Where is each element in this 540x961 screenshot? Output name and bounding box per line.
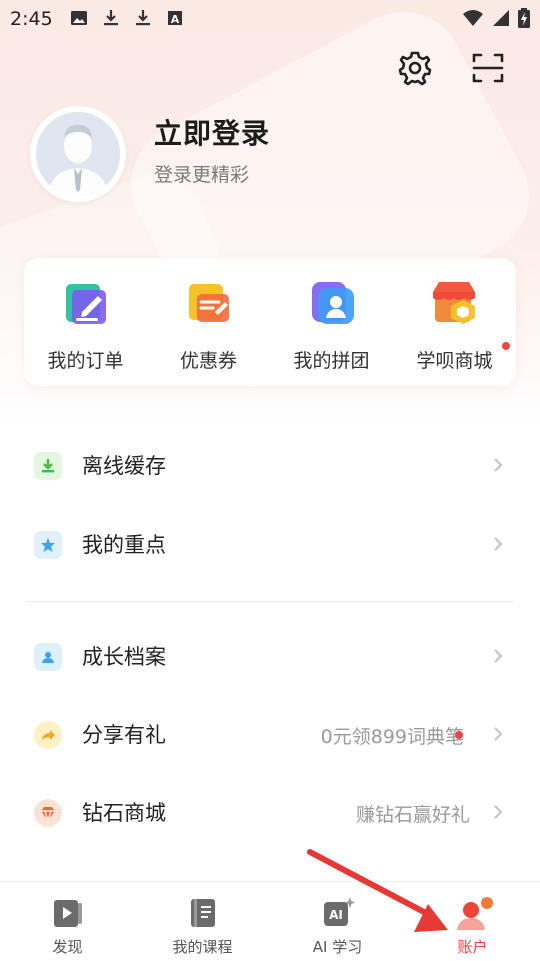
nav-tab-my-courses[interactable]: 我的课程 <box>135 882 270 961</box>
chevron-right-icon <box>494 458 503 472</box>
avatar[interactable] <box>30 106 126 202</box>
ai-sparkle-icon: AI <box>321 896 355 930</box>
chevron-right-icon <box>494 649 503 663</box>
nav-label: 我的课程 <box>172 938 233 956</box>
menu-row-growth-record[interactable]: 成长档案 <box>0 621 540 691</box>
share-arrow-icon <box>34 721 62 749</box>
group-buy-icon <box>308 278 356 328</box>
nav-label: AI 学习 <box>312 938 363 956</box>
order-icon <box>62 278 110 328</box>
quick-action-coupons[interactable]: 优惠券 <box>147 258 270 386</box>
status-bar: 2:45 A <box>0 0 540 38</box>
quick-actions-card: 我的订单 优惠券 我的拼团 学呗商城 <box>24 258 516 386</box>
svg-text:AI: AI <box>329 908 343 922</box>
menu-label: 离线缓存 <box>82 454 166 478</box>
chevron-right-icon <box>494 805 503 819</box>
login-subtitle: 登录更精彩 <box>154 164 250 186</box>
nav-tab-ai-learning[interactable]: AI AI 学习 <box>270 882 405 961</box>
menu-hint: 0元领899词典笔 <box>320 726 464 748</box>
store-icon <box>431 278 479 328</box>
section-divider <box>26 601 514 602</box>
download-icon <box>102 9 120 27</box>
login-title[interactable]: 立即登录 <box>154 112 270 152</box>
menu-label: 我的重点 <box>82 533 166 557</box>
quick-action-label: 学呗商城 <box>416 350 493 372</box>
store-badge-dot <box>502 342 510 350</box>
menu-row-share-gift[interactable]: 分享有礼 0元领899词典笔 <box>0 699 540 769</box>
wifi-icon <box>462 9 484 31</box>
nav-tab-discover[interactable]: 发现 <box>0 882 135 961</box>
image-icon <box>70 9 88 27</box>
diamond-icon <box>34 799 62 827</box>
quick-action-label: 我的拼团 <box>293 350 370 372</box>
menu-label: 成长档案 <box>82 645 166 669</box>
gear-icon <box>397 50 433 90</box>
play-book-icon <box>51 896 85 930</box>
star-bookmark-icon <box>34 531 62 559</box>
menu-row-offline-cache[interactable]: 离线缓存 <box>0 430 540 500</box>
quick-action-orders[interactable]: 我的订单 <box>24 258 147 386</box>
share-badge-dot <box>455 731 463 739</box>
profile-folder-icon <box>34 643 62 671</box>
settings-button[interactable] <box>395 50 435 90</box>
chevron-right-icon <box>494 537 503 551</box>
signal-icon <box>492 9 510 31</box>
download-icon <box>134 9 152 27</box>
status-time: 2:45 <box>10 8 53 30</box>
quick-action-label: 优惠券 <box>179 350 237 372</box>
menu-label: 分享有礼 <box>82 723 166 747</box>
notebook-icon <box>186 896 220 930</box>
download-icon <box>34 452 62 480</box>
quick-action-label: 我的订单 <box>47 350 124 372</box>
menu-row-my-highlights[interactable]: 我的重点 <box>0 509 540 579</box>
battery-charging-icon <box>518 8 530 32</box>
menu-hint: 赚钻石赢好礼 <box>355 804 470 826</box>
quick-action-store[interactable]: 学呗商城 <box>393 258 516 386</box>
bottom-nav: 发现 我的课程 AI AI 学习 账户 <box>0 881 540 961</box>
coupon-icon <box>185 278 233 328</box>
scan-button[interactable] <box>468 50 508 90</box>
chevron-right-icon <box>494 727 503 741</box>
menu-label: 钻石商城 <box>82 801 166 825</box>
scan-icon <box>470 50 506 90</box>
a-box-icon: A <box>166 9 184 27</box>
nav-label: 账户 <box>457 938 488 956</box>
nav-label: 发现 <box>52 938 83 956</box>
menu-row-diamond-store[interactable]: 钻石商城 赚钻石赢好礼 <box>0 777 540 847</box>
account-icon <box>456 896 493 930</box>
nav-tab-account[interactable]: 账户 <box>405 882 540 961</box>
quick-action-group-buy[interactable]: 我的拼团 <box>270 258 393 386</box>
svg-text:A: A <box>171 13 180 26</box>
